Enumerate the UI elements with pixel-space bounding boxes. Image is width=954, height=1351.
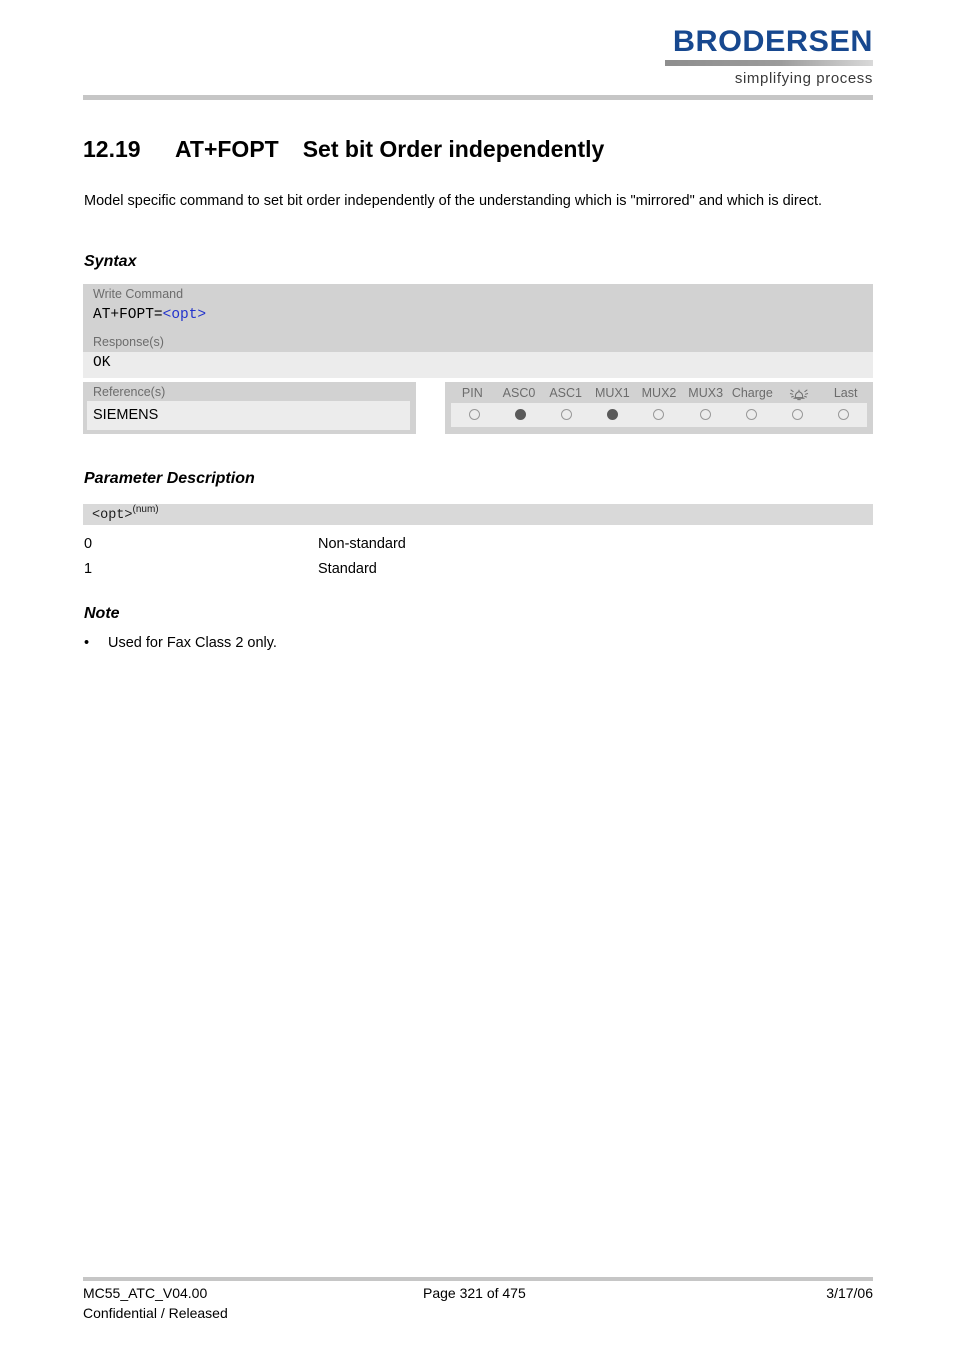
parameter-name-bar: <opt>(num) bbox=[83, 504, 873, 525]
capability-header-mux2: MUX2 bbox=[641, 386, 677, 400]
page-footer: MC55_ATC_V04.00 Page 321 of 475 3/17/06 … bbox=[83, 1283, 873, 1323]
intro-paragraph: Model specific command to set bit order … bbox=[84, 193, 823, 209]
logo-wordmark: BRODERSEN bbox=[672, 25, 873, 58]
reference-value: SIEMENS bbox=[87, 401, 410, 430]
capability-dot-alarm bbox=[792, 409, 804, 421]
parameter-row: 0 Non-standard bbox=[84, 532, 873, 557]
response-block: Response(s) OK bbox=[83, 332, 873, 378]
capability-dot-mux1 bbox=[607, 409, 619, 421]
capability-indicators bbox=[451, 403, 867, 428]
capability-headers: PIN ASC0 ASC1 MUX1 MUX2 MUX3 Charge Last bbox=[445, 382, 873, 403]
section-number: 12.19 bbox=[83, 136, 141, 162]
logo-tagline: simplifying process bbox=[734, 70, 873, 87]
parameter-key: 1 bbox=[84, 561, 93, 577]
brodersen-logo: BRODERSEN simplifying process bbox=[665, 26, 873, 87]
capability-dot-charge bbox=[745, 409, 757, 421]
capability-header-charge: Charge bbox=[731, 386, 773, 400]
syntax-table: Write Command AT+FOPT=<opt> Response(s) … bbox=[83, 284, 873, 378]
footer-date: 3/17/06 bbox=[826, 1285, 873, 1301]
parameter-value-list: 0 Non-standard 1 Standard bbox=[84, 532, 873, 582]
capability-dot-pin bbox=[468, 409, 480, 421]
note-text: Used for Fax Class 2 only. bbox=[108, 635, 277, 651]
footer-classification: Confidential / Released bbox=[83, 1305, 228, 1321]
page-title: 12.19 AT+FOPT Set bit Order independently bbox=[83, 136, 873, 163]
capability-header-asc0: ASC0 bbox=[502, 386, 536, 400]
parameter-desc: Non-standard bbox=[318, 536, 406, 552]
write-command-param: <opt> bbox=[162, 307, 207, 323]
parameter-row: 1 Standard bbox=[84, 557, 873, 582]
alarm-icon bbox=[776, 386, 823, 401]
reference-capability-row: Reference(s) SIEMENS PIN ASC0 ASC1 MUX1 MUX2… bbox=[83, 382, 873, 434]
capability-dot-asc1 bbox=[561, 409, 573, 421]
capability-dot-last bbox=[838, 409, 850, 421]
capability-header-last: Last bbox=[833, 386, 858, 400]
reference-block: Reference(s) SIEMENS bbox=[83, 382, 416, 434]
parameter-desc: Standard bbox=[318, 561, 377, 577]
footer-doc-id: MC55_ATC_V04.00 bbox=[83, 1285, 208, 1301]
capability-header-pin: PIN bbox=[461, 386, 483, 400]
document-page: BRODERSEN simplifying process 12.19 AT+FO… bbox=[0, 0, 954, 1351]
reference-label: Reference(s) bbox=[93, 385, 166, 399]
response-label: Response(s) bbox=[83, 332, 873, 352]
write-command-value: AT+FOPT=<opt> bbox=[83, 304, 873, 330]
capability-header-mux3: MUX3 bbox=[688, 386, 724, 400]
capability-header-asc1: ASC1 bbox=[549, 386, 582, 400]
logo-divider-bar bbox=[665, 60, 873, 66]
syntax-heading: Syntax bbox=[84, 253, 137, 270]
capability-dot-mux3 bbox=[699, 409, 711, 421]
write-command-label: Write Command bbox=[93, 287, 184, 301]
capability-block: PIN ASC0 ASC1 MUX1 MUX2 MUX3 Charge Last bbox=[445, 382, 873, 434]
write-command-block: Write Command AT+FOPT=<opt> bbox=[83, 284, 873, 332]
write-command-prefix: AT+FOPT= bbox=[93, 307, 163, 323]
header-rule bbox=[83, 95, 873, 100]
parameter-key: 0 bbox=[84, 536, 93, 552]
parameter-type: (num) bbox=[132, 504, 159, 515]
capability-header-mux1: MUX1 bbox=[594, 386, 630, 400]
response-value: OK bbox=[93, 355, 111, 371]
section-title-text: Set bit Order independently bbox=[302, 136, 605, 162]
footer-rule bbox=[83, 1277, 873, 1281]
note-list: • Used for Fax Class 2 only. bbox=[84, 633, 873, 654]
page-header: BRODERSEN simplifying process bbox=[83, 26, 873, 98]
footer-line-primary: MC55_ATC_V04.00 Page 321 of 475 3/17/06 bbox=[83, 1283, 873, 1303]
note-item: • Used for Fax Class 2 only. bbox=[84, 633, 873, 654]
section-command: AT+FOPT bbox=[175, 136, 279, 162]
capability-dot-asc0 bbox=[514, 409, 526, 421]
capability-dot-mux2 bbox=[653, 409, 665, 421]
parameter-name: <opt> bbox=[92, 508, 133, 524]
footer-line-secondary: Confidential / Released bbox=[83, 1303, 873, 1323]
note-bullet-icon: • bbox=[84, 635, 90, 651]
footer-page-number: Page 321 of 475 bbox=[423, 1285, 526, 1301]
parameter-description-heading: Parameter Description bbox=[84, 470, 255, 487]
note-heading: Note bbox=[84, 605, 120, 622]
